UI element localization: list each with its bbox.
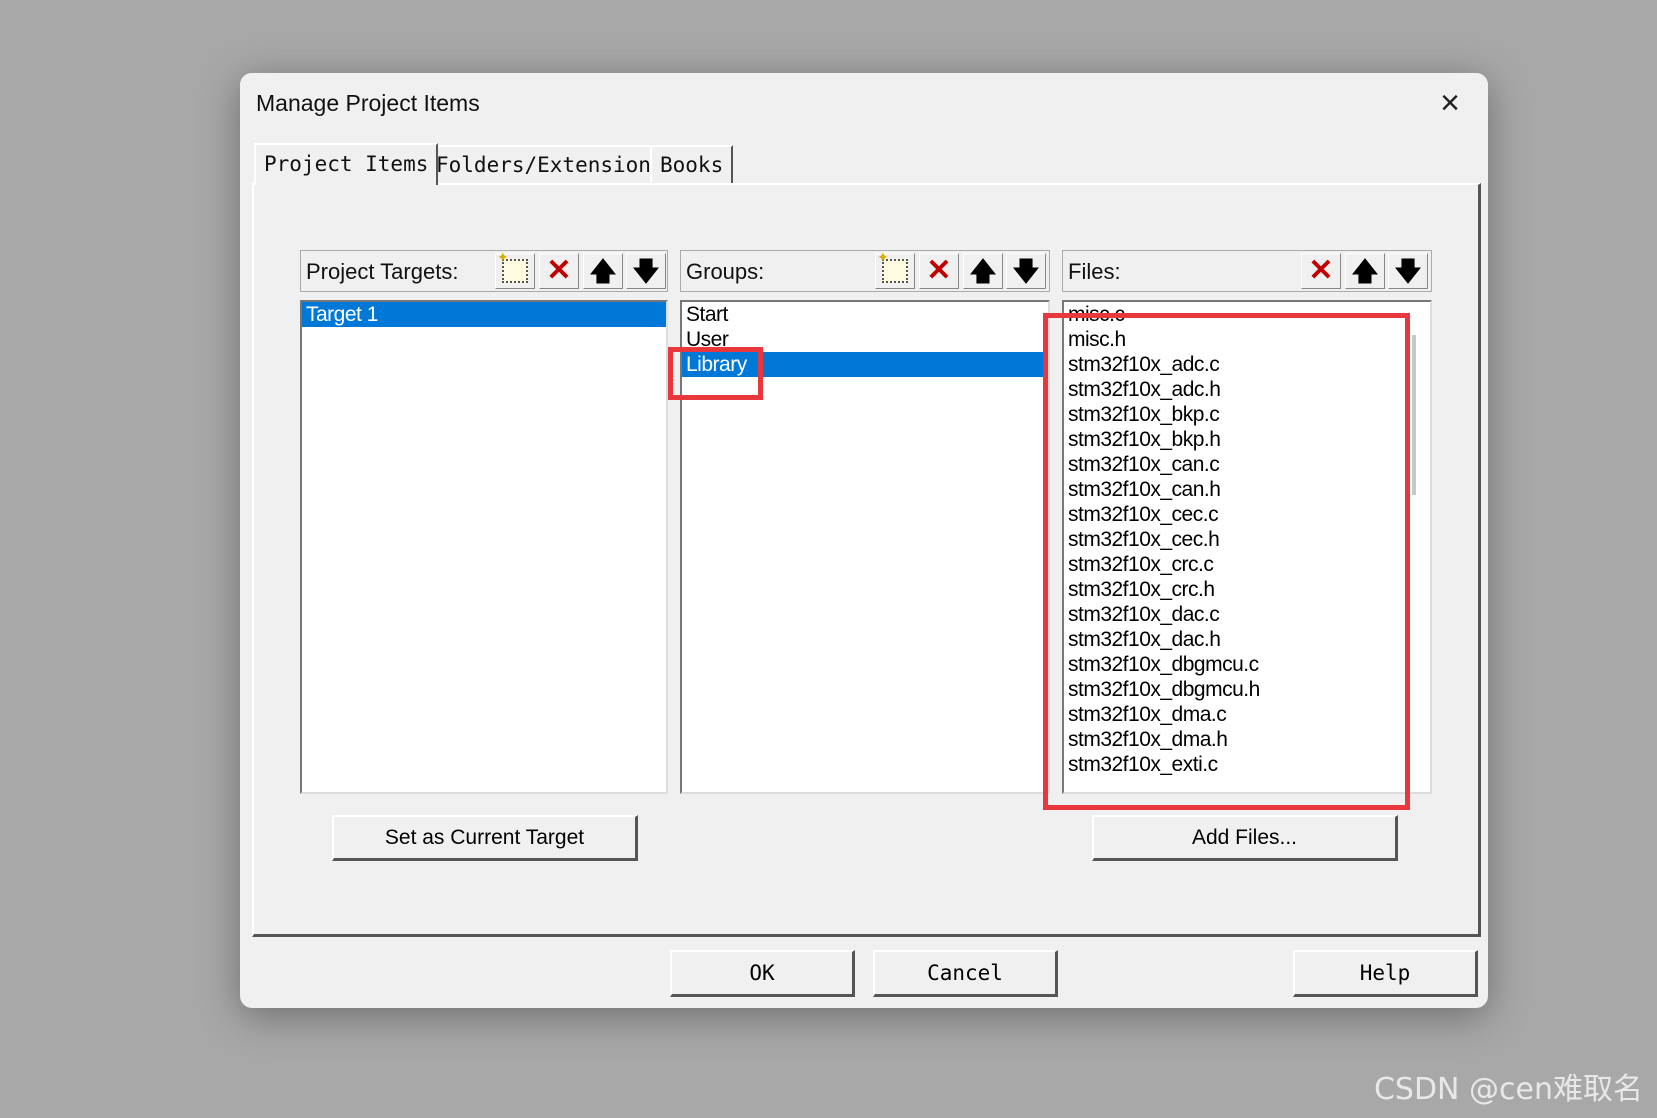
list-item[interactable]: stm32f10x_bkp.h (1064, 427, 1430, 452)
list-item[interactable]: stm32f10x_dbgmcu.h (1064, 677, 1430, 702)
move-up-icon: 🡅 (969, 256, 997, 286)
delete-icon: ✕ (1308, 254, 1334, 287)
delete-icon: ✕ (546, 254, 572, 287)
move-down-icon: 🡇 (632, 256, 660, 286)
title-bar: Manage Project Items × (240, 73, 1488, 135)
tab-folders-extensions[interactable]: Folders/Extensions (426, 145, 674, 183)
project-targets-header: Project Targets: ✕ 🡅 🡇 (300, 249, 668, 292)
move-group-down-button[interactable]: 🡇 (1006, 253, 1046, 289)
close-icon[interactable]: × (1428, 83, 1472, 123)
list-item[interactable]: stm32f10x_adc.c (1064, 352, 1430, 377)
list-item[interactable]: stm32f10x_dma.h (1064, 727, 1430, 752)
new-item-icon (877, 249, 908, 283)
list-item[interactable]: stm32f10x_can.c (1064, 452, 1430, 477)
add-files-button[interactable]: Add Files... (1092, 815, 1398, 861)
files-list[interactable]: misc.c misc.h stm32f10x_adc.c stm32f10x_adc… (1062, 300, 1432, 794)
set-as-current-target-button[interactable]: Set as Current Target (332, 815, 638, 861)
tab-project-items[interactable]: Project Items (254, 143, 439, 185)
list-item[interactable]: stm32f10x_dbgmcu.c (1064, 652, 1430, 677)
new-item-icon (497, 249, 528, 283)
list-item[interactable]: misc.c (1064, 302, 1430, 327)
new-target-button[interactable] (495, 249, 535, 289)
list-item[interactable]: stm32f10x_dma.c (1064, 702, 1430, 727)
move-down-icon: 🡇 (1012, 256, 1040, 286)
groups-list[interactable]: Start User Library (680, 300, 1050, 794)
list-item[interactable]: Library (682, 352, 1048, 377)
dialog-title: Manage Project Items (256, 90, 480, 116)
groups-label: Groups: (686, 259, 765, 284)
list-item[interactable]: stm32f10x_cec.h (1064, 527, 1430, 552)
delete-file-button[interactable]: ✕ (1301, 253, 1341, 289)
move-file-down-button[interactable]: 🡇 (1388, 253, 1428, 289)
move-target-down-button[interactable]: 🡇 (626, 253, 666, 289)
cancel-button[interactable]: Cancel (873, 950, 1058, 997)
list-item[interactable]: stm32f10x_can.h (1064, 477, 1430, 502)
delete-icon: ✕ (926, 254, 952, 287)
tab-books[interactable]: Books (650, 145, 734, 183)
move-target-up-button[interactable]: 🡅 (583, 253, 623, 289)
list-item[interactable]: misc.h (1064, 327, 1430, 352)
move-file-up-button[interactable]: 🡅 (1345, 253, 1385, 289)
files-header: Files: ✕ 🡅 🡇 (1062, 250, 1432, 292)
list-item[interactable]: stm32f10x_bkp.c (1064, 402, 1430, 427)
files-list-inner: misc.c misc.h stm32f10x_adc.c stm32f10x_adc… (1064, 302, 1430, 777)
groups-header: Groups: ✕ 🡅 🡇 (680, 249, 1050, 292)
list-item[interactable]: stm32f10x_cec.c (1064, 502, 1430, 527)
tab-panel: Project Targets: ✕ 🡅 🡇 Target 1 Set as C… (252, 183, 1481, 937)
list-item[interactable]: Start (682, 302, 1048, 327)
new-group-button[interactable] (875, 249, 915, 289)
delete-group-button[interactable]: ✕ (919, 253, 959, 289)
manage-project-items-dialog: Manage Project Items × Project Items Fol… (240, 73, 1488, 1008)
move-group-up-button[interactable]: 🡅 (963, 253, 1003, 289)
project-targets-label: Project Targets: (306, 259, 459, 284)
scrollbar[interactable] (1412, 335, 1416, 495)
list-item[interactable]: stm32f10x_exti.c (1064, 752, 1430, 777)
list-item[interactable]: stm32f10x_crc.h (1064, 577, 1430, 602)
list-item[interactable]: stm32f10x_dac.h (1064, 627, 1430, 652)
list-item[interactable]: stm32f10x_dac.c (1064, 602, 1430, 627)
delete-target-button[interactable]: ✕ (539, 253, 579, 289)
ok-button[interactable]: OK (670, 950, 855, 997)
move-up-icon: 🡅 (589, 256, 617, 286)
help-button[interactable]: Help (1293, 950, 1478, 997)
targets-list[interactable]: Target 1 (300, 300, 668, 794)
list-item[interactable]: stm32f10x_adc.h (1064, 377, 1430, 402)
move-up-icon: 🡅 (1351, 256, 1379, 286)
list-item[interactable]: Target 1 (302, 302, 666, 327)
move-down-icon: 🡇 (1394, 256, 1422, 286)
watermark: CSDN @cen难取名 (1373, 1072, 1643, 1107)
list-item[interactable]: User (682, 327, 1048, 352)
list-item[interactable]: stm32f10x_crc.c (1064, 552, 1430, 577)
files-label: Files: (1068, 259, 1121, 284)
